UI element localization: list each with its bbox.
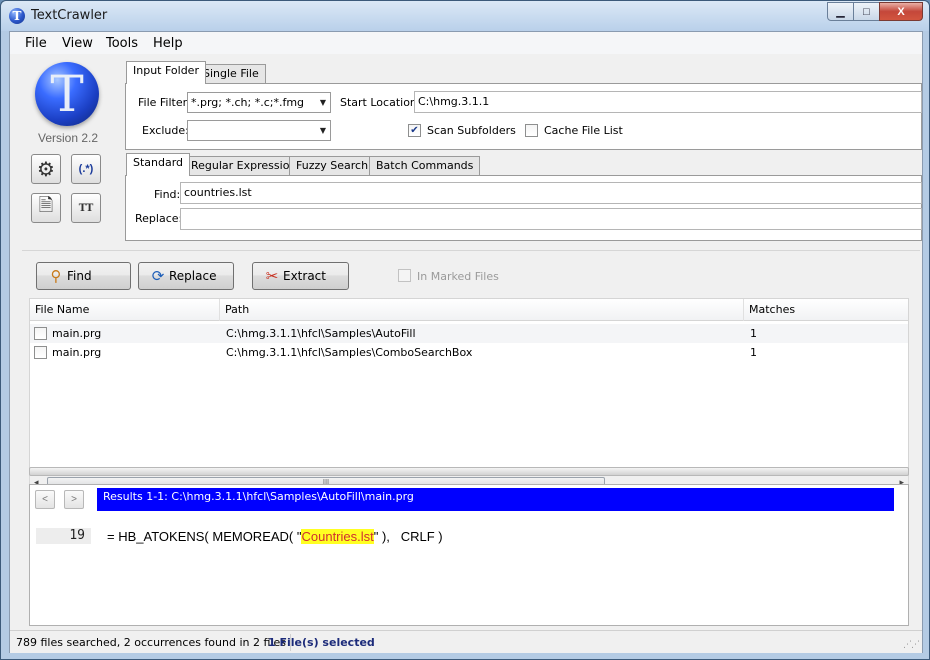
close-button[interactable]: X bbox=[879, 2, 923, 21]
chevron-down-icon[interactable]: ▼ bbox=[320, 93, 326, 112]
column-path[interactable]: Path bbox=[220, 299, 744, 321]
minimize-icon: ▁ bbox=[836, 6, 845, 18]
tab-single-file[interactable]: Single File bbox=[196, 64, 266, 84]
window-title: TextCrawler bbox=[31, 8, 108, 23]
scan-subfolders-checkbox[interactable]: ✔ bbox=[408, 124, 421, 137]
tab-batch-commands[interactable]: Batch Commands bbox=[369, 156, 481, 176]
start-location-input[interactable]: C:\hmg.3.1.1 bbox=[414, 91, 922, 113]
text-case-icon: TT bbox=[78, 202, 94, 214]
app-logo: T bbox=[35, 62, 99, 126]
next-result-button[interactable]: > bbox=[64, 490, 84, 509]
window-controls: ▁ □ X bbox=[827, 2, 923, 21]
menu-help[interactable]: Help bbox=[153, 36, 183, 51]
chevron-left-icon: < bbox=[42, 494, 48, 505]
replace-button-label: Replace bbox=[169, 269, 217, 283]
results-header: Results 1-1: C:\hmg.3.1.1\hfcl\Samples\A… bbox=[97, 488, 894, 511]
column-matches[interactable]: Matches bbox=[744, 299, 908, 321]
find-label: Find: bbox=[154, 188, 181, 201]
find-input[interactable]: countries.lst bbox=[180, 182, 922, 204]
chevron-down-icon[interactable]: ▼ bbox=[320, 121, 326, 140]
gear-icon: ⚙ bbox=[37, 158, 55, 181]
scissors-icon: ✂ bbox=[265, 267, 279, 285]
resize-grip-icon[interactable]: ⋰⋰ bbox=[903, 639, 920, 650]
search-panel: Find: countries.lst Replace: bbox=[125, 175, 922, 241]
text-case-button[interactable]: TT bbox=[71, 193, 101, 223]
chevron-right-icon: > bbox=[71, 494, 77, 505]
table-row[interactable]: main.prg C:\hmg.3.1.1\hfcl\Samples\Combo… bbox=[30, 343, 908, 362]
file-list: File Name Path Matches main.prg C:\hmg.3… bbox=[29, 298, 909, 475]
status-bar: 789 files searched, 2 occurrences found … bbox=[10, 630, 922, 653]
title-bar[interactable]: T TextCrawler ▁ □ X bbox=[1, 1, 929, 31]
tab-input-folder[interactable]: Input Folder bbox=[126, 61, 206, 84]
tab-regular-expression[interactable]: Regular Expression bbox=[184, 156, 304, 176]
cache-file-list-label: Cache File List bbox=[544, 124, 623, 137]
result-code-line: = HB_ATOKENS( MEMOREAD( "Countries.lst" … bbox=[107, 529, 443, 544]
version-label: Version 2.2 bbox=[38, 131, 99, 145]
maximize-button[interactable]: □ bbox=[853, 2, 880, 21]
menu-view[interactable]: View bbox=[62, 36, 93, 51]
extract-button-label: Extract bbox=[283, 269, 326, 283]
code-before-match: = HB_ATOKENS( MEMOREAD( " bbox=[107, 529, 302, 544]
row-path: C:\hmg.3.1.1\hfcl\Samples\AutoFill bbox=[226, 327, 416, 340]
tab-standard[interactable]: Standard bbox=[126, 153, 191, 176]
replace-arrows-icon: ⟳ bbox=[151, 267, 165, 285]
magnifier-icon: ⚲ bbox=[50, 267, 62, 285]
document-button[interactable]: 🗎 bbox=[31, 193, 61, 223]
scan-subfolders-label: Scan Subfolders bbox=[427, 124, 516, 137]
regex-button[interactable]: (.*) bbox=[71, 154, 101, 184]
start-location-label: Start Location: bbox=[340, 96, 421, 109]
file-list-header: File Name Path Matches bbox=[30, 299, 908, 321]
replace-label: Replace: bbox=[135, 212, 183, 225]
section-divider bbox=[22, 250, 920, 251]
exclude-combo[interactable]: ▼ bbox=[187, 120, 331, 141]
tab-fuzzy-search[interactable]: Fuzzy Search bbox=[289, 156, 376, 176]
app-icon: T bbox=[9, 8, 25, 24]
status-selected: 1 File(s) selected bbox=[268, 636, 375, 649]
status-summary: 789 files searched, 2 occurrences found … bbox=[12, 634, 291, 651]
row-matches: 1 bbox=[750, 346, 757, 359]
replace-button[interactable]: ⟳ Replace bbox=[138, 262, 234, 290]
code-after-match: " ), CRLF ) bbox=[373, 529, 443, 544]
in-marked-files-label: In Marked Files bbox=[417, 270, 499, 283]
find-button-label: Find bbox=[67, 269, 92, 283]
maximize-icon: □ bbox=[863, 5, 870, 18]
row-path: C:\hmg.3.1.1\hfcl\Samples\ComboSearchBox bbox=[226, 346, 473, 359]
results-pane: < > Results 1-1: C:\hmg.3.1.1\hfcl\Sampl… bbox=[29, 484, 909, 626]
menu-file[interactable]: File bbox=[25, 36, 47, 51]
settings-button[interactable]: ⚙ bbox=[31, 154, 61, 184]
row-checkbox[interactable] bbox=[34, 346, 47, 359]
in-marked-files-checkbox[interactable] bbox=[398, 269, 411, 282]
menu-bar: File View Tools Help bbox=[10, 32, 922, 54]
file-filter-combo[interactable]: *.prg; *.ch; *.c;*.fmg ▼ bbox=[187, 92, 331, 113]
extract-button[interactable]: ✂ Extract bbox=[252, 262, 349, 290]
row-file-name: main.prg bbox=[52, 346, 102, 359]
replace-input[interactable] bbox=[180, 208, 922, 230]
minimize-button[interactable]: ▁ bbox=[827, 2, 854, 21]
file-filter-label: File Filter: bbox=[138, 96, 191, 109]
code-match-highlight: Countries.lst bbox=[301, 529, 374, 544]
menu-tools[interactable]: Tools bbox=[106, 36, 138, 51]
row-matches: 1 bbox=[750, 327, 757, 340]
column-file-name[interactable]: File Name bbox=[30, 299, 220, 321]
document-icon: 🗎 bbox=[38, 195, 54, 215]
source-panel: File Filter: *.prg; *.ch; *.c;*.fmg ▼ St… bbox=[125, 83, 922, 150]
pane-splitter[interactable] bbox=[29, 467, 909, 476]
client-area: File View Tools Help T Version 2.2 ⚙ (.*… bbox=[9, 31, 923, 653]
row-checkbox[interactable] bbox=[34, 327, 47, 340]
close-icon: X bbox=[897, 5, 905, 18]
file-filter-value: *.prg; *.ch; *.c;*.fmg bbox=[191, 96, 305, 109]
cache-file-list-checkbox[interactable] bbox=[525, 124, 538, 137]
line-number: 19 bbox=[36, 528, 91, 544]
previous-result-button[interactable]: < bbox=[35, 490, 55, 509]
regex-icon: (.*) bbox=[78, 163, 94, 175]
row-file-name: main.prg bbox=[52, 327, 102, 340]
find-button[interactable]: ⚲ Find bbox=[36, 262, 131, 290]
app-window: T TextCrawler ▁ □ X File View Tools Help… bbox=[0, 0, 930, 660]
table-row[interactable]: main.prg C:\hmg.3.1.1\hfcl\Samples\AutoF… bbox=[30, 324, 908, 343]
exclude-label: Exclude: bbox=[142, 124, 189, 137]
